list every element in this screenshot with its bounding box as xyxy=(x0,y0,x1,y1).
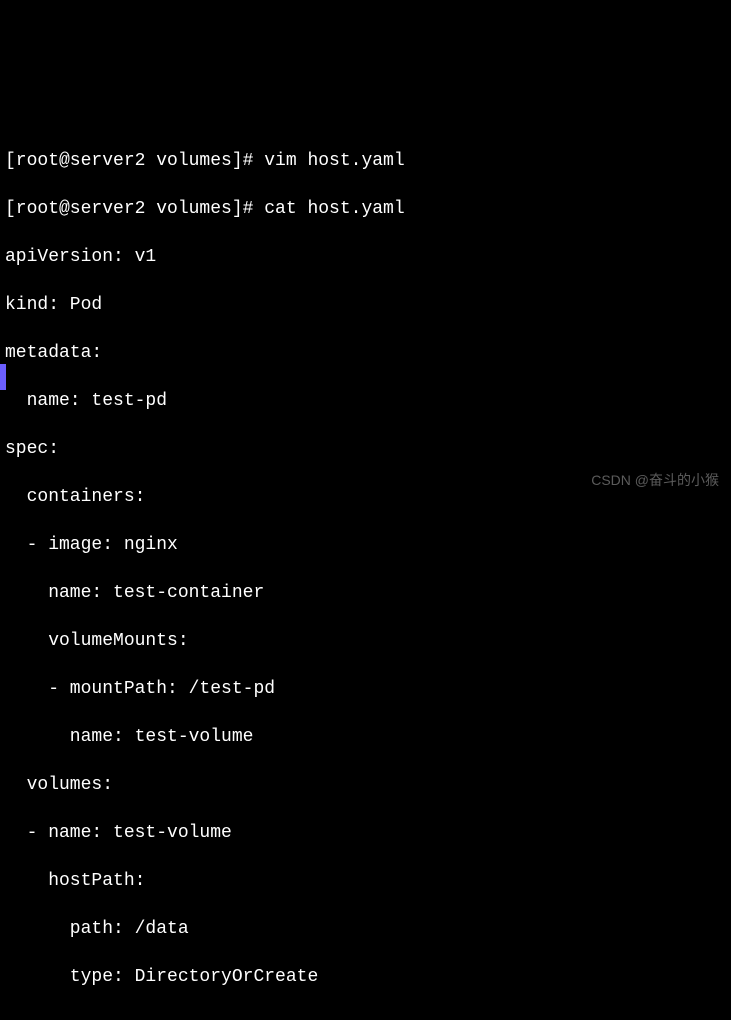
terminal-line[interactable]: [root@server2 volumes]# cat host.yaml xyxy=(5,197,726,221)
terminal-line: name: test-pd xyxy=(5,389,726,413)
terminal-line: name: test-volume xyxy=(5,725,726,749)
terminal-highlight-bar xyxy=(0,364,6,390)
terminal-line: type: DirectoryOrCreate xyxy=(5,965,726,989)
terminal-line: volumes: xyxy=(5,773,726,797)
terminal-line: metadata: xyxy=(5,341,726,365)
terminal-line: name: test-container xyxy=(5,581,726,605)
terminal-line: kind: Pod xyxy=(5,293,726,317)
terminal-line: volumeMounts: xyxy=(5,629,726,653)
terminal-line: - name: test-volume xyxy=(5,821,726,845)
terminal-line: path: /data xyxy=(5,917,726,941)
terminal-line: apiVersion: v1 xyxy=(5,245,726,269)
terminal-line: - mountPath: /test-pd xyxy=(5,677,726,701)
terminal-line[interactable]: [root@server2 volumes]# vim host.yaml xyxy=(5,149,726,173)
watermark-text: CSDN @奋斗的小猴 xyxy=(591,468,719,492)
terminal-line: hostPath: xyxy=(5,869,726,893)
terminal-line: spec: xyxy=(5,437,726,461)
terminal-line: - image: nginx xyxy=(5,533,726,557)
